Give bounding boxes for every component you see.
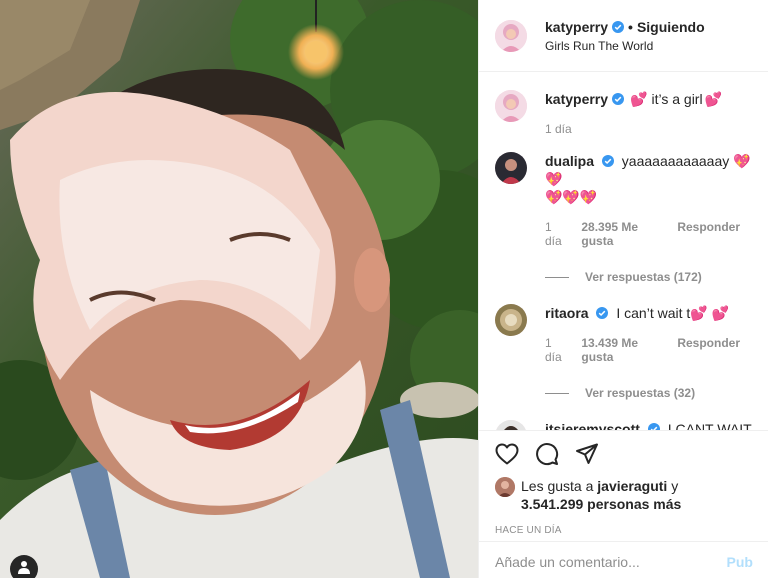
likes-conjunction: y (671, 478, 679, 494)
comment-time[interactable]: 1 día (545, 122, 572, 136)
comment-likes[interactable]: 13.439 Me gusta (581, 336, 665, 364)
avatar-image (495, 90, 527, 122)
comment-text: it’s a girl (651, 91, 703, 107)
commenter-avatar[interactable] (495, 304, 527, 336)
post-location[interactable]: Girls Run The World (545, 39, 705, 53)
tagged-users-button[interactable] (10, 555, 38, 578)
post-side-panel: katyperry • Siguiendo Girls Run The Worl… (478, 0, 768, 578)
verified-badge-icon (596, 307, 609, 319)
comment-text: I can’t wait t (616, 305, 691, 321)
caption: katyperry 💕 it’s a girl 💕 1 día (495, 90, 752, 136)
comment-username[interactable]: ritaora (545, 305, 589, 321)
view-replies-button[interactable]: Ver respuestas (32) (545, 386, 752, 400)
comment-time[interactable]: 1 día (545, 220, 569, 248)
following-button[interactable]: Siguiendo (637, 19, 705, 35)
avatar-image (495, 477, 515, 497)
comment-emoji: 💖💖💖 (545, 189, 598, 205)
comment-item: itsjeremyscott I CANT WAIT TO DRESS HER … (495, 420, 752, 430)
likes-prefix: Les gusta a (521, 478, 594, 494)
likes-summary: Les gusta a javieraguti y 3.541.299 pers… (495, 477, 753, 513)
commenter-avatar[interactable] (495, 90, 527, 122)
add-comment-bar: Pub (479, 541, 768, 578)
speech-bubble-icon (536, 443, 559, 466)
comment-username[interactable]: itsjeremyscott (545, 421, 640, 430)
comment-input[interactable] (495, 553, 727, 570)
liker-username[interactable]: javieraguti (597, 478, 667, 494)
separator-dot: • (628, 18, 633, 35)
liker-avatar[interactable] (495, 477, 515, 497)
verified-badge-icon (612, 20, 625, 33)
post-photo[interactable] (0, 0, 478, 578)
likes-count[interactable]: 3.541.299 personas más (521, 496, 681, 512)
avatar-image (495, 420, 527, 430)
publish-button[interactable]: Pub (727, 554, 753, 570)
verified-badge-icon (612, 93, 625, 105)
comment-text: yaaaaaaaaaaaay (621, 153, 730, 169)
verified-badge-icon (647, 423, 660, 430)
post-timestamp[interactable]: HACE UN DÍA (495, 525, 753, 536)
paper-plane-icon (576, 443, 598, 464)
comment-username[interactable]: katyperry (545, 90, 608, 108)
comment-emoji: 💕 (630, 91, 648, 107)
comments-list[interactable]: katyperry 💕 it’s a girl 💕 1 día dualipa … (479, 72, 768, 430)
commenter-avatar[interactable] (495, 420, 527, 430)
comment-time[interactable]: 1 día (545, 336, 569, 364)
avatar-image (495, 304, 527, 336)
view-replies-button[interactable]: Ver respuestas (172) (545, 270, 752, 284)
comment-username[interactable]: dualipa (545, 153, 594, 169)
user-icon (18, 561, 30, 574)
comment-emoji: 💕 💕 (690, 305, 730, 321)
avatar-image (495, 152, 527, 184)
view-replies-label: Ver respuestas (172) (585, 270, 702, 284)
share-button[interactable] (571, 438, 603, 470)
author-avatar[interactable] (495, 19, 527, 52)
comment-button[interactable] (531, 438, 563, 470)
comment-likes[interactable]: 28.395 Me gusta (581, 220, 665, 248)
replies-divider (545, 392, 569, 394)
reply-button[interactable]: Responder (677, 336, 740, 364)
avatar-image (495, 19, 527, 52)
heart-icon (495, 443, 519, 465)
replies-divider (545, 276, 569, 278)
author-username[interactable]: katyperry (545, 19, 608, 35)
post-header: katyperry • Siguiendo Girls Run The Worl… (479, 0, 768, 72)
verified-badge-icon (601, 155, 614, 167)
comment-emoji: 💕 (704, 91, 723, 107)
post-image (0, 0, 478, 578)
reply-button[interactable]: Responder (677, 220, 740, 248)
like-button[interactable] (491, 438, 523, 470)
comment-item: dualipa yaaaaaaaaaaaay 💖💖 💖💖💖 1 día 28.3… (495, 152, 752, 284)
comment-item: ritaora I can’t wait t💕 💕 1 día 13.439 M… (495, 304, 752, 400)
view-replies-label: Ver respuestas (32) (585, 386, 696, 400)
commenter-avatar[interactable] (495, 152, 527, 184)
